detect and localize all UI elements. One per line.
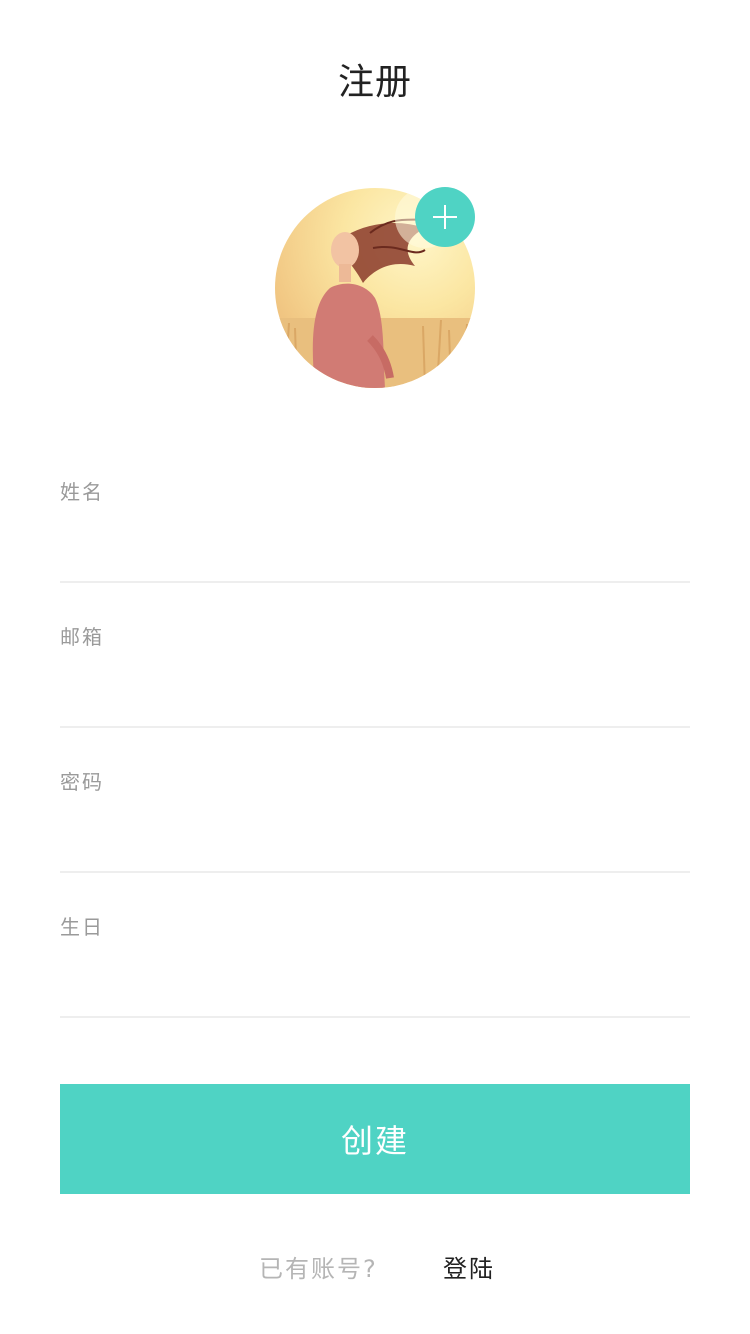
password-input[interactable]: [60, 807, 690, 857]
page-title: 注册: [337, 62, 412, 103]
email-field: 邮箱: [60, 622, 690, 767]
birthday-input[interactable]: [60, 952, 690, 1002]
birthday-divider: [60, 1016, 690, 1018]
password-divider: [60, 871, 690, 873]
name-divider: [60, 581, 690, 583]
create-button[interactable]: 创建: [60, 1084, 690, 1194]
password-field: 密码: [60, 767, 690, 912]
add-photo-button[interactable]: [415, 187, 475, 247]
password-label: 密码: [60, 770, 104, 794]
login-link[interactable]: 登陆: [443, 1252, 495, 1286]
have-account-hint: 已有账号?: [259, 1255, 378, 1283]
plus-icon: [433, 205, 457, 229]
email-input[interactable]: [60, 662, 690, 712]
email-divider: [60, 726, 690, 728]
birthday-field: 生日: [60, 912, 690, 1057]
name-input[interactable]: [60, 517, 690, 567]
birthday-label: 生日: [60, 915, 104, 939]
register-screen: 注册 姓名 邮箱 密码 生日 创建 已有账号? 登陆: [0, 0, 750, 1334]
email-label: 邮箱: [60, 625, 104, 649]
name-field: 姓名: [60, 477, 690, 622]
avatar-picker[interactable]: [275, 187, 475, 388]
name-label: 姓名: [60, 480, 104, 504]
